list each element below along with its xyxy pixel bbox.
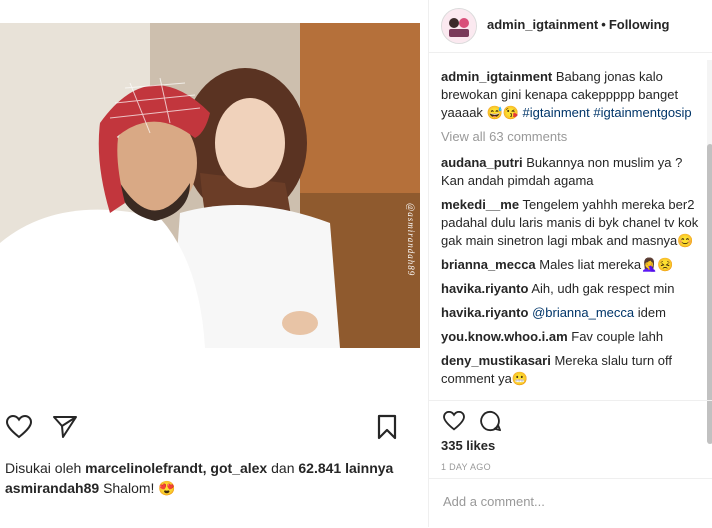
liked-by-line: Disukai oleh marcelinolefrandt, got_alex… <box>5 458 415 479</box>
comment-text: Aih, udh gak respect min <box>531 281 675 296</box>
comment-username[interactable]: deny_mustikasari <box>441 353 551 368</box>
comment-item: audana_putri Bukannya non muslim ya ? Ka… <box>441 154 703 190</box>
heart-icon[interactable] <box>439 406 469 436</box>
post-timestamp: 1 DAY AGO <box>441 462 491 472</box>
comment-item: you.know.whoo.i.am Fav couple lahh <box>441 328 703 346</box>
comments-scrollbar[interactable] <box>707 60 712 444</box>
comment-username[interactable]: havika.riyanto <box>441 305 528 320</box>
action-bar <box>433 404 709 438</box>
likes-count[interactable]: 335 likes <box>441 438 495 453</box>
comment-item: brianna_mecca Males liat mereka🤦‍♀️😣 <box>441 256 703 274</box>
comment-username[interactable]: admin_igtainment <box>441 69 552 84</box>
comment-text: Males liat mereka🤦‍♀️😣 <box>539 257 674 272</box>
right-post-panel: admin_igtainment • Following admin_igtainm… <box>428 0 712 527</box>
comment-item: deny_mustikasari Mereka slalu turn off c… <box>441 352 703 388</box>
bookmark-icon[interactable] <box>372 412 402 442</box>
hashtag-link[interactable]: #igtainment <box>523 105 590 120</box>
post-photo[interactable]: @asmirandah89 <box>0 23 420 348</box>
left-action-bar <box>0 408 420 448</box>
caption-username[interactable]: asmirandah89 <box>5 480 99 496</box>
header-username[interactable]: admin_igtainment <box>487 17 598 32</box>
liked-by-suffix[interactable]: lainnya <box>345 460 393 476</box>
comment-text: Fav couple lahh <box>571 329 664 344</box>
comment-username[interactable]: you.know.whoo.i.am <box>441 329 568 344</box>
liked-by-user[interactable]: marcelinolefrandt <box>85 460 202 476</box>
liked-by-count[interactable]: 62.841 <box>298 460 341 476</box>
comment-text: idem <box>637 305 666 320</box>
comment-username[interactable]: brianna_mecca <box>441 257 536 272</box>
mention-link[interactable]: @brianna_mecca <box>532 305 634 320</box>
liked-by-user[interactable]: got_alex <box>210 460 267 476</box>
liked-by-prefix: Disukai oleh <box>5 460 82 476</box>
left-caption: asmirandah89 Shalom! 😍 <box>5 478 176 498</box>
comment-username[interactable]: audana_putri <box>441 155 523 170</box>
post-header: admin_igtainment • Following <box>429 0 712 53</box>
comment-item: havika.riyanto Aih, udh gak respect min <box>441 280 703 298</box>
comments-list: admin_igtainment Babang jonas kalo brewo… <box>441 68 703 392</box>
photo-watermark: @asmirandah89 <box>406 203 416 277</box>
left-post-pane: @asmirandah89 Disukai oleh marcelinolefr… <box>0 0 420 527</box>
scrollbar-thumb[interactable] <box>707 144 712 444</box>
hashtag-link[interactable]: #igtainmentgosip <box>593 105 691 120</box>
header-dot: • <box>601 17 606 32</box>
liked-by-and: dan <box>271 460 295 476</box>
liked-by-separator: , <box>202 460 207 476</box>
view-all-comments-link[interactable]: View all 63 comments <box>441 128 703 146</box>
comment-username[interactable]: mekedi__me <box>441 197 519 212</box>
comment-icon[interactable] <box>475 406 505 436</box>
comment-item: havika.riyanto @brianna_mecca idem <box>441 304 703 322</box>
share-icon[interactable] <box>50 412 80 442</box>
comment-item: mekedi__me Tengelem yahhh mereka ber2 pa… <box>441 196 703 250</box>
avatar[interactable] <box>441 8 477 44</box>
heart-icon[interactable] <box>4 412 34 442</box>
add-comment-input[interactable] <box>441 493 695 510</box>
comment-username[interactable]: havika.riyanto <box>441 281 528 296</box>
caption-comment: admin_igtainment Babang jonas kalo brewo… <box>441 68 703 122</box>
add-comment-bar <box>429 478 712 528</box>
following-button[interactable]: Following <box>609 17 670 32</box>
divider <box>429 400 712 401</box>
caption-text: Shalom! 😍 <box>103 480 176 496</box>
